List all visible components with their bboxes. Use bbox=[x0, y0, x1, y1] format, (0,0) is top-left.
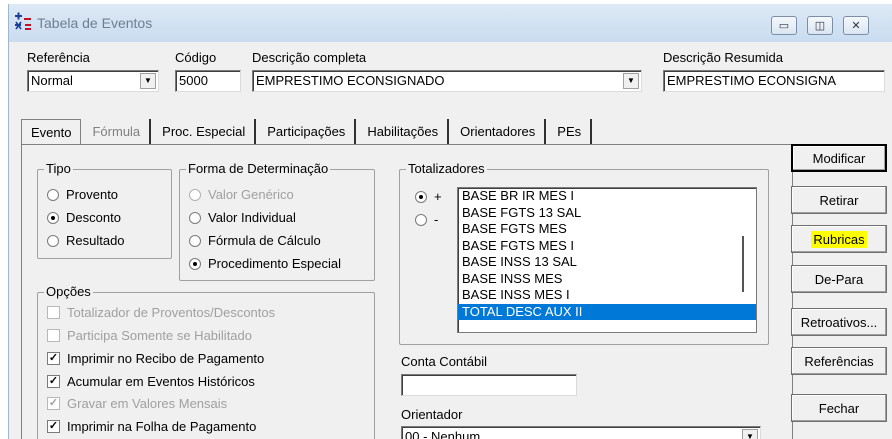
tab-pes[interactable]: PEs bbox=[548, 119, 593, 144]
tab-proc-especial[interactable]: Proc. Especial bbox=[153, 119, 257, 144]
list-item[interactable]: BASE FGTS MES I bbox=[458, 238, 756, 255]
totalizadores-group-title: Totalizadores bbox=[406, 161, 487, 176]
opcao-imprimir-recibo-checkbox[interactable]: ✓ Imprimir no Recibo de Pagamento bbox=[47, 351, 264, 366]
chevron-down-icon[interactable]: ▼ bbox=[623, 73, 639, 89]
opcao-totalizador-checkbox[interactable]: Totalizador de Proventos/Descontos bbox=[47, 305, 275, 320]
descricao-completa-value: EMPRESTIMO ECONSIGNADO bbox=[256, 73, 445, 88]
opcao-gravar-valores-mensais-checkbox[interactable]: ✓ Gravar em Valores Mensais bbox=[47, 396, 227, 411]
opcoes-group-title: Opções bbox=[44, 284, 93, 299]
de-para-button[interactable]: De-Para bbox=[791, 265, 887, 293]
descricao-resumida-input[interactable]: EMPRESTIMO ECONSIGNA bbox=[663, 70, 885, 92]
conta-contabil-label: Conta Contábil bbox=[401, 354, 487, 369]
close-button[interactable]: ✕ bbox=[843, 16, 869, 35]
referencia-select[interactable]: Normal ▼ bbox=[27, 70, 159, 92]
list-item-selected[interactable]: TOTAL DESC AUX II bbox=[458, 303, 756, 320]
forma-valor-individual-radio[interactable]: Valor Individual bbox=[189, 210, 296, 225]
orientador-label: Orientador bbox=[401, 407, 463, 422]
list-item[interactable]: BASE FGTS MES bbox=[458, 221, 756, 238]
tipo-provento-radio[interactable]: Provento bbox=[47, 187, 118, 202]
minimize-button[interactable]: ▭ bbox=[771, 16, 797, 35]
chevron-down-icon[interactable]: ▼ bbox=[742, 429, 758, 439]
totalizador-plus-radio[interactable]: + bbox=[415, 189, 442, 204]
tipo-desconto-radio[interactable]: Desconto bbox=[47, 210, 121, 225]
descricao-completa-label: Descrição completa bbox=[252, 50, 367, 65]
tab-evento[interactable]: Evento bbox=[21, 119, 82, 146]
referencia-label: Referência bbox=[27, 50, 90, 65]
forma-formula-calculo-radio[interactable]: Fórmula de Cálculo bbox=[189, 233, 321, 248]
totalizador-minus-radio[interactable]: - bbox=[415, 212, 438, 227]
event-table-window: Tabela de Eventos ▭ ◫ ✕ Referência Norma… bbox=[8, 4, 892, 439]
forma-valor-generico-radio[interactable]: Valor Genérico bbox=[189, 187, 294, 202]
tab-strip: Evento Fórmula Proc. Especial Participaç… bbox=[21, 119, 594, 146]
tab-formula[interactable]: Fórmula bbox=[83, 119, 152, 144]
restore-button[interactable]: ◫ bbox=[807, 16, 833, 35]
codigo-label: Código bbox=[175, 50, 217, 65]
plus-minus-icon bbox=[15, 12, 31, 30]
retroativos-button[interactable]: Retroativos... bbox=[791, 308, 887, 336]
forma-group-title: Forma de Determinação bbox=[186, 161, 331, 176]
totalizadores-list[interactable]: BASE BR IR MES I BASE FGTS 13 SAL BASE F… bbox=[457, 187, 757, 333]
opcao-participa-habilitado-checkbox[interactable]: Participa Somente se Habilitado bbox=[47, 328, 252, 343]
rubricas-button[interactable]: Rubricas bbox=[791, 225, 887, 253]
codigo-input[interactable]: 5000 bbox=[175, 70, 241, 92]
conta-contabil-input[interactable] bbox=[401, 374, 577, 396]
chevron-down-icon[interactable]: ▼ bbox=[140, 73, 156, 89]
orientador-select[interactable]: 00 - Nenhum ▼ bbox=[401, 426, 761, 439]
retirar-button[interactable]: Retirar bbox=[791, 186, 887, 214]
list-item[interactable]: BASE INSS 13 SAL bbox=[458, 254, 756, 271]
referencia-value: Normal bbox=[31, 73, 73, 88]
orientador-value: 00 - Nenhum bbox=[405, 429, 481, 439]
tipo-resultado-radio[interactable]: Resultado bbox=[47, 233, 125, 248]
list-item[interactable]: BASE INSS MES bbox=[458, 271, 756, 288]
referencias-button[interactable]: Referências bbox=[791, 347, 887, 375]
tab-participacoes[interactable]: Participações bbox=[258, 119, 357, 144]
list-item[interactable]: BASE FGTS 13 SAL bbox=[458, 205, 756, 222]
modificar-button[interactable]: Modificar bbox=[791, 144, 887, 172]
tipo-group-title: Tipo bbox=[44, 161, 73, 176]
list-item[interactable]: BASE INSS MES I bbox=[458, 287, 756, 304]
list-scrollbar[interactable] bbox=[742, 236, 744, 292]
list-item[interactable]: BASE BR IR MES I bbox=[458, 188, 756, 205]
tab-orientadores[interactable]: Orientadores bbox=[451, 119, 547, 144]
window-title: Tabela de Eventos bbox=[37, 15, 153, 31]
descricao-completa-select[interactable]: EMPRESTIMO ECONSIGNADO ▼ bbox=[252, 70, 642, 92]
opcao-imprimir-folha-checkbox[interactable]: ✓ Imprimir na Folha de Pagamento bbox=[47, 419, 256, 434]
tab-habilitacoes[interactable]: Habilitações bbox=[358, 119, 450, 144]
opcao-acumular-historicos-checkbox[interactable]: ✓ Acumular em Eventos Históricos bbox=[47, 374, 255, 389]
forma-procedimento-especial-radio[interactable]: Procedimento Especial bbox=[189, 256, 341, 271]
fechar-button[interactable]: Fechar bbox=[791, 394, 887, 422]
title-bar: Tabela de Eventos ▭ ◫ ✕ bbox=[9, 4, 892, 42]
descricao-resumida-label: Descrição Resumida bbox=[663, 50, 783, 65]
